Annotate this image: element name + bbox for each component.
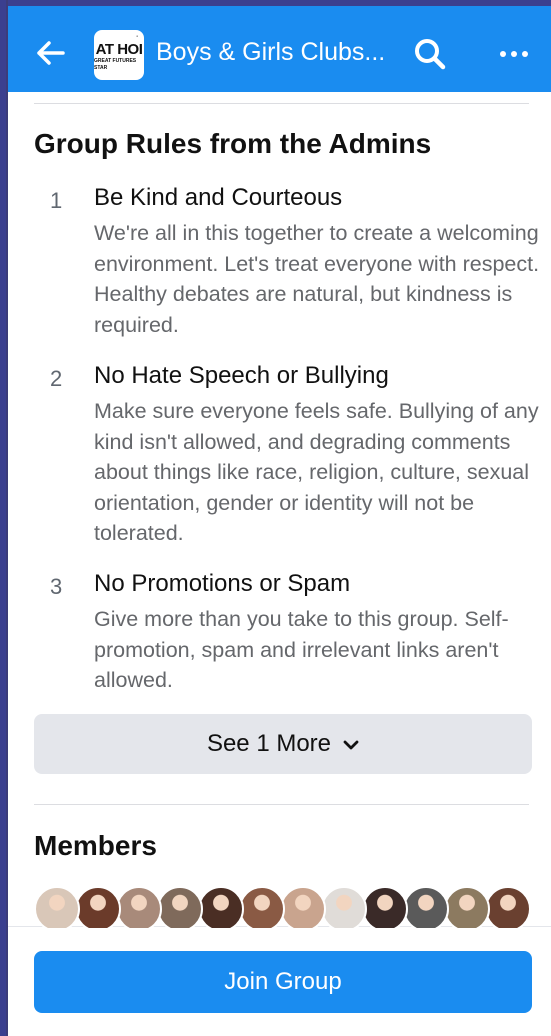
see-more-button[interactable]: See 1 More: [34, 714, 532, 774]
search-icon: [415, 39, 446, 70]
rule-number: 2: [50, 366, 63, 391]
rules-section-title: Group Rules from the Admins: [34, 128, 432, 159]
top-bar: ● AT HOI GREAT FUTURES STAR Boys & Girls…: [8, 0, 551, 92]
join-group-button[interactable]: Join Group: [34, 951, 532, 1013]
member-avatar[interactable]: [198, 886, 244, 928]
members-avatar-row[interactable]: [34, 884, 551, 928]
bottom-bar: Join Group: [8, 926, 551, 1036]
member-avatar[interactable]: [362, 886, 408, 928]
rule-title: Be Kind and Courteous: [94, 184, 343, 211]
join-group-label: Join Group: [224, 968, 342, 995]
rule-title: No Hate Speech or Bullying: [94, 362, 389, 389]
avatar-logo-mark: ●: [136, 34, 138, 38]
more-button[interactable]: [492, 36, 536, 72]
member-avatar[interactable]: [157, 886, 203, 928]
back-button[interactable]: [34, 36, 68, 70]
rule-description: Give more than you take to this group. S…: [94, 607, 509, 692]
arrow-left-icon: [37, 41, 65, 65]
group-avatar[interactable]: ● AT HOI GREAT FUTURES STAR: [94, 30, 144, 80]
member-avatar[interactable]: [485, 886, 531, 928]
member-avatar[interactable]: [116, 886, 162, 928]
see-more-label: See 1 More: [206, 730, 332, 757]
members-section-title: Members: [34, 830, 157, 861]
member-avatar[interactable]: [321, 886, 367, 928]
member-avatar[interactable]: [239, 886, 285, 928]
app-frame: ● AT HOI GREAT FUTURES STAR Boys & Girls…: [6, 0, 551, 1036]
member-avatar[interactable]: [444, 886, 490, 928]
member-avatar[interactable]: [75, 886, 121, 928]
divider-members: [34, 804, 529, 805]
member-avatar[interactable]: [280, 886, 326, 928]
search-button[interactable]: [412, 36, 448, 72]
avatar-small-text: GREAT FUTURES STAR: [94, 58, 137, 71]
more-horizontal-icon: [498, 51, 531, 57]
rule-number: 3: [50, 574, 63, 599]
divider-top: [34, 103, 529, 104]
group-title[interactable]: Boys & Girls Clubs...: [156, 38, 396, 67]
member-avatar[interactable]: [34, 886, 80, 928]
rule-description: Make sure everyone feels safe. Bullying …: [94, 399, 539, 545]
rule-description: We're all in this together to create a w…: [94, 221, 540, 337]
rule-title: No Promotions or Spam: [94, 570, 351, 597]
member-avatar[interactable]: [403, 886, 449, 928]
rule-number: 1: [50, 188, 63, 213]
chevron-down-icon: [343, 740, 359, 750]
avatar-big-text: AT HOI: [95, 41, 143, 58]
